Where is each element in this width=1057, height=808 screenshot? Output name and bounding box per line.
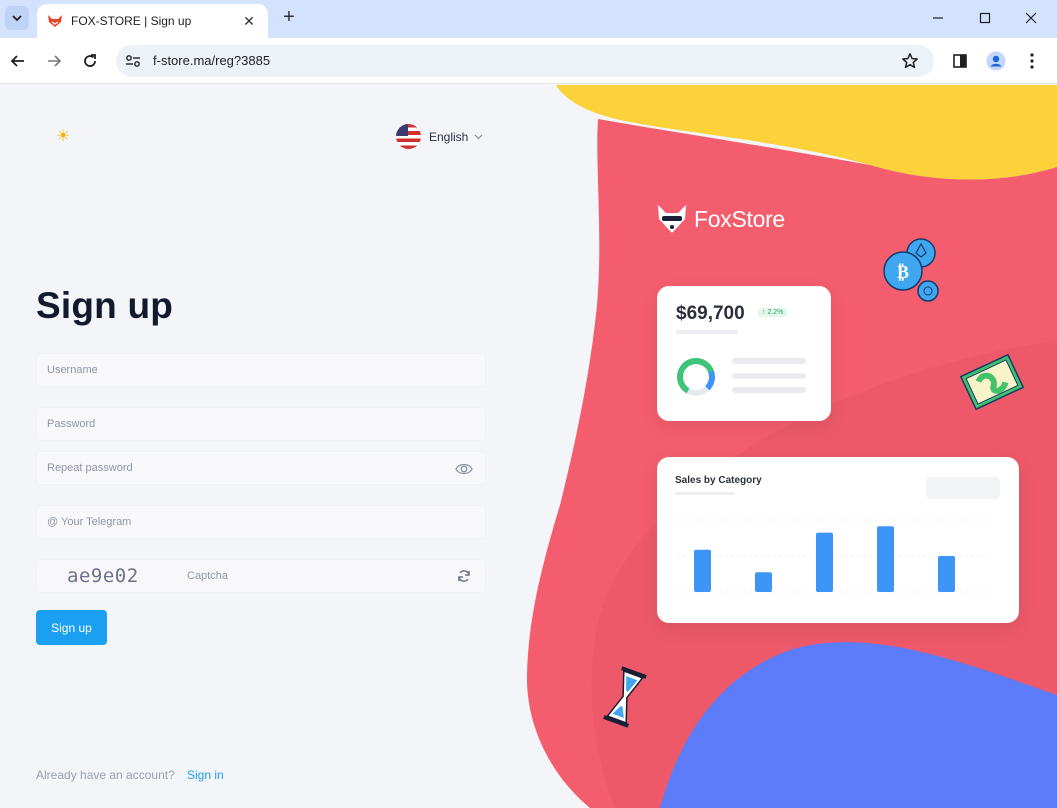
forward-button[interactable] (43, 50, 65, 72)
side-panel-icon (953, 54, 967, 68)
decorative-background-art: ₿ (526, 85, 1057, 808)
placeholder-line (732, 373, 806, 379)
page-content: ₿ FoxStore $69,700 ↑ 2.2% Sales by Categ… (0, 85, 1057, 808)
placeholder-line (732, 387, 806, 393)
stat-card: $69,700 ↑ 2.2% (657, 286, 831, 421)
telegram-field (36, 505, 486, 539)
already-account-text: Already have an account? (36, 768, 175, 782)
close-icon (1025, 12, 1037, 24)
repeat-password-input[interactable] (37, 452, 485, 484)
chart-bar (877, 526, 894, 592)
donut-chart-icon (677, 358, 715, 396)
sales-bar-chart (677, 519, 989, 593)
placeholder-line (676, 330, 738, 334)
bookmark-star-icon[interactable] (900, 51, 920, 71)
captcha-image: ae9e02 (67, 565, 139, 587)
signup-button[interactable]: Sign up (36, 610, 107, 645)
eye-icon[interactable] (455, 461, 473, 477)
reload-icon (84, 54, 96, 67)
chart-filter-placeholder (926, 477, 1000, 499)
password-field (36, 407, 486, 441)
url-text[interactable]: f-store.ma/reg?3885 (153, 53, 270, 68)
maximize-button[interactable] (973, 6, 997, 30)
chart-bar (816, 532, 833, 592)
browser-tab-bar: FOX-STORE | Sign up ✕ + (0, 0, 1057, 38)
placeholder-line (675, 492, 735, 495)
fox-favicon-icon (48, 15, 62, 27)
telegram-input[interactable] (37, 506, 485, 538)
refresh-icon[interactable] (457, 569, 471, 583)
reload-button[interactable] (79, 50, 101, 72)
captcha-field: ae9e02 (36, 559, 486, 593)
back-button[interactable] (7, 50, 29, 72)
menu-button[interactable] (1021, 50, 1043, 72)
chevron-down-icon (474, 134, 483, 139)
captcha-input[interactable] (177, 560, 437, 592)
browser-toolbar: f-store.ma/reg?3885 (0, 38, 1057, 84)
minimize-icon (933, 17, 943, 19)
language-label: English (429, 129, 469, 144)
page-title: Sign up (36, 285, 174, 326)
language-selector[interactable]: English (396, 124, 483, 149)
sun-icon[interactable]: ☀ (53, 127, 73, 147)
arrow-right-icon (48, 55, 62, 67)
kebab-menu-icon (1030, 53, 1034, 69)
browser-tab[interactable]: FOX-STORE | Sign up ✕ (37, 4, 268, 38)
profile-button[interactable] (985, 50, 1007, 72)
repeat-password-field (36, 451, 486, 485)
chart-bar (938, 556, 955, 592)
chart-bar (755, 572, 772, 592)
username-input[interactable] (37, 354, 485, 386)
tab-title: FOX-STORE | Sign up (71, 14, 192, 28)
signin-link[interactable]: Sign in (187, 768, 224, 782)
placeholder-line (732, 358, 806, 364)
us-flag-icon (396, 124, 421, 149)
address-bar[interactable]: f-store.ma/reg?3885 (116, 45, 934, 77)
close-window-button[interactable] (1019, 6, 1043, 30)
svg-text:₿: ₿ (897, 262, 909, 283)
new-tab-button[interactable]: + (279, 7, 299, 28)
foxstore-brand: FoxStore (656, 203, 785, 235)
site-info-icon[interactable] (124, 52, 142, 70)
brand-name: FoxStore (694, 205, 785, 232)
sales-chart-card: Sales by Category (657, 457, 1019, 623)
chevron-down-icon (12, 15, 22, 22)
chart-bar (694, 549, 711, 592)
chart-title: Sales by Category (675, 475, 762, 486)
maximize-icon (979, 12, 991, 24)
minimize-button[interactable] (926, 6, 950, 30)
side-panel-button[interactable] (949, 50, 971, 72)
stat-amount: $69,700 (676, 303, 745, 324)
arrow-left-icon (10, 55, 24, 67)
username-field (36, 353, 486, 387)
fox-logo-icon (658, 205, 686, 233)
password-input[interactable] (37, 408, 485, 440)
tab-search-button[interactable] (5, 6, 29, 30)
avatar-icon (986, 51, 1006, 71)
stat-growth-badge: ↑ 2.2% (758, 308, 788, 317)
tab-close-icon[interactable]: ✕ (240, 13, 258, 30)
